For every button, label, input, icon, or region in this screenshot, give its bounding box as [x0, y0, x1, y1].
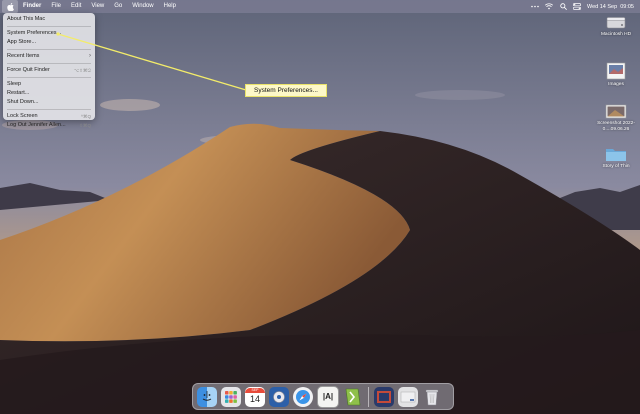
menu-item-app-store[interactable]: App Store...	[3, 38, 95, 47]
menu-item-recent-items[interactable]: Recent Items ›	[3, 52, 95, 61]
wallpaper-mojave	[0, 0, 640, 414]
desktop-icon-story-of-thin[interactable]: Story of Thin	[594, 146, 638, 170]
dock-system-preferences[interactable]	[269, 386, 289, 407]
apple-menu-button[interactable]	[2, 0, 18, 13]
menu-separator	[7, 26, 91, 27]
desktop-icon-screenshot[interactable]: Screenshot 2022-0....09.06.26	[594, 104, 638, 133]
downloads-icon	[377, 390, 391, 403]
dock-separator	[368, 386, 369, 407]
finder-icon	[202, 390, 212, 401]
menu-item-lock-screen[interactable]: Lock Screen ^⌘Q	[3, 112, 95, 121]
menu-separator	[7, 77, 91, 78]
stack-icon	[400, 391, 416, 402]
scrivener-icon	[345, 388, 361, 405]
menu-item-restart[interactable]: Restart...	[3, 89, 95, 98]
safari-icon	[296, 389, 310, 404]
more-dots-icon[interactable]	[531, 3, 539, 11]
menu-app-finder[interactable]: Finder	[18, 0, 46, 13]
dock-dictionary[interactable]: |A|	[317, 385, 339, 408]
menu-separator	[7, 63, 91, 64]
menu-item-shut-down[interactable]: Shut Down...	[3, 98, 95, 107]
menu-edit[interactable]: Edit	[66, 0, 86, 13]
hard-drive-icon	[606, 17, 626, 29]
callout-label: System Preferences...	[245, 84, 327, 97]
menu-help[interactable]: Help	[159, 0, 181, 13]
folder-icon	[606, 149, 626, 161]
dock-stack[interactable]	[398, 386, 418, 407]
shortcut-force-quit: ⌥⇧⌘⎋	[73, 68, 91, 73]
search-icon[interactable]	[559, 3, 567, 11]
launchpad-icon	[225, 390, 237, 403]
dock-downloads[interactable]	[374, 386, 394, 407]
desktop-icon-label: Story of Thin	[602, 164, 630, 169]
wifi-icon[interactable]	[545, 3, 553, 11]
desktop-icon-label: Macintosh HD	[600, 32, 632, 37]
dock-calendar[interactable]: SEP 14	[245, 386, 265, 407]
desktop-icon-images[interactable]: Images	[594, 62, 638, 88]
dock: SEP 14 |A|	[192, 383, 454, 410]
menu-go[interactable]: Go	[109, 0, 127, 13]
dock-launchpad[interactable]	[221, 386, 241, 407]
menu-item-system-preferences[interactable]: System Preferences...	[3, 29, 95, 38]
system-preferences-icon	[273, 390, 285, 403]
image-file-icon	[606, 62, 626, 80]
apple-logo-icon	[6, 2, 14, 11]
desktop-icon-label: Screenshot 2022-0....09.06.26	[597, 121, 635, 132]
menu-view[interactable]: View	[86, 0, 109, 13]
menu-window[interactable]: Window	[127, 0, 158, 13]
calendar-day: 14	[249, 393, 260, 404]
shortcut-log-out: ⇧⌘Q	[79, 123, 91, 128]
menu-separator	[7, 109, 91, 110]
menu-separator	[7, 49, 91, 50]
apple-dropdown-menu: About This Mac System Preferences... App…	[3, 13, 95, 128]
menu-item-about-this-mac[interactable]: About This Mac	[3, 15, 95, 24]
chevron-right-icon: ›	[89, 53, 91, 59]
dock-finder[interactable]	[197, 386, 217, 407]
dock-trash[interactable]	[422, 387, 442, 407]
shortcut-lock-screen: ^⌘Q	[80, 114, 91, 119]
menu-item-force-quit[interactable]: Force Quit Finder ⌥⇧⌘⎋	[3, 66, 95, 75]
desktop: Finder File Edit View Go Window Help Wed…	[0, 0, 640, 414]
dictionary-icon: |A|	[322, 392, 334, 401]
control-center-icon[interactable]	[573, 3, 581, 11]
trash-icon	[425, 389, 439, 405]
menu-item-sleep[interactable]: Sleep	[3, 80, 95, 89]
desktop-icon-macintosh-hd[interactable]: Macintosh HD	[594, 16, 638, 38]
dock-safari[interactable]	[293, 386, 313, 407]
desktop-icon-label: Images	[608, 82, 624, 87]
screenshot-icon	[605, 104, 627, 119]
dock-scrivener[interactable]	[343, 387, 363, 407]
menu-bar: Finder File Edit View Go Window Help Wed…	[0, 0, 640, 13]
menu-file[interactable]: File	[46, 0, 66, 13]
menubar-datetime[interactable]: Wed 14 Sep 09:05	[587, 4, 634, 10]
menu-item-log-out[interactable]: Log Out Jennifer Allen... ⇧⌘Q	[3, 121, 95, 130]
